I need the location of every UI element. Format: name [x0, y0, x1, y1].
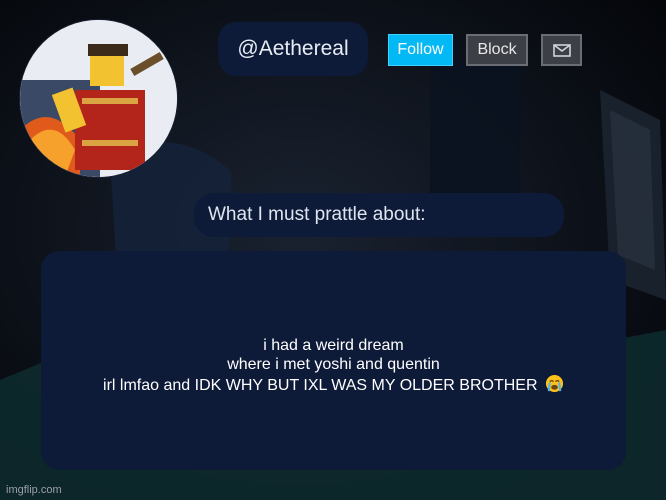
crying-face-icon: [545, 374, 564, 393]
about-line: irl lmfao and IDK WHY BUT IXL WAS MY OLD…: [103, 377, 538, 394]
imgflip-watermark: imgflip.com: [6, 484, 62, 496]
about-content-panel: i had a weird dream where i met yoshi an…: [41, 251, 626, 470]
username-display: @Aethereal: [218, 22, 368, 76]
about-text: i had a weird dream where i met yoshi an…: [54, 336, 614, 395]
follow-button[interactable]: Follow: [388, 34, 453, 66]
about-line: i had a weird dream: [263, 337, 404, 354]
message-button[interactable]: [541, 34, 582, 66]
block-button[interactable]: Block: [466, 34, 528, 66]
about-line-last: irl lmfao and IDK WHY BUT IXL WAS MY OLD…: [54, 374, 614, 395]
profile-avatar[interactable]: [20, 20, 177, 177]
about-heading: What I must prattle about:: [194, 193, 564, 237]
about-line: where i met yoshi and quentin: [227, 356, 440, 373]
envelope-icon: [552, 43, 571, 57]
